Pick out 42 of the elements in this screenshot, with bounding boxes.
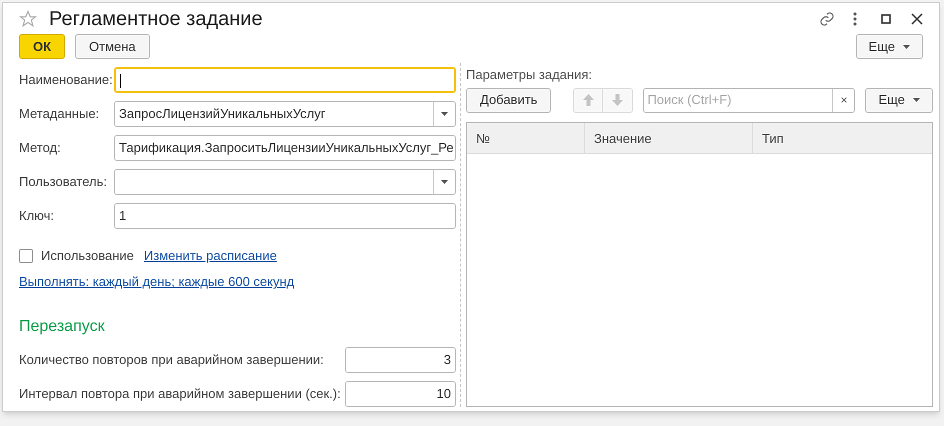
section-label: Параметры задания:: [466, 66, 594, 84]
maximize-icon[interactable]: [881, 14, 891, 24]
checkbox-label: Использование: [41, 247, 134, 266]
dropdown-field[interactable]: [114, 169, 456, 195]
field-label: Метод:: [19, 139, 62, 158]
field-label: Метаданные:: [19, 105, 100, 124]
field-label: Наименование:: [19, 71, 114, 90]
schedule-link[interactable]: Выполнять: каждый день; каждые 600 секунд: [19, 272, 294, 292]
caret-icon: [441, 180, 448, 184]
more-button[interactable]: Еще: [865, 88, 933, 112]
checkbox[interactable]: [19, 249, 33, 263]
star-icon[interactable]: [19, 10, 37, 28]
number-field[interactable]: 10: [345, 381, 456, 407]
ok-button[interactable]: ОК: [19, 34, 65, 59]
search-field[interactable]: Поиск (Ctrl+F) ×: [643, 88, 856, 112]
clear-button[interactable]: ×: [832, 88, 854, 112]
column-header[interactable]: №: [467, 123, 585, 153]
caret-icon: [912, 98, 920, 102]
arrow-down-icon: [612, 94, 624, 106]
input-field[interactable]: [114, 67, 456, 93]
caret-icon: [441, 112, 448, 116]
number-field[interactable]: 3: [345, 347, 456, 373]
window-title: Регламентное задание: [49, 6, 264, 32]
section-title: Перезапуск: [19, 317, 106, 337]
field-label: Ключ:: [19, 207, 56, 226]
cancel-button[interactable]: Отмена: [75, 34, 150, 59]
input-field[interactable]: Тарификация.ЗапроситьЛицензииУникальныхУслуг_Ре: [114, 135, 456, 161]
field-label: Интервал повтора при аварийном завершении (сек.):: [19, 385, 342, 404]
link-icon[interactable]: [819, 10, 835, 26]
close-icon[interactable]: [911, 12, 923, 24]
column-header[interactable]: Значение: [585, 123, 753, 153]
add-button[interactable]: Добавить: [466, 88, 552, 112]
field-label: Количество повторов при аварийном завершении:: [19, 351, 325, 370]
caret-icon: [903, 44, 910, 48]
arrow-up-icon: [582, 94, 594, 106]
input-field[interactable]: 1: [114, 203, 456, 229]
column-header[interactable]: Тип: [753, 123, 932, 153]
more-icon[interactable]: [853, 12, 857, 26]
more-button[interactable]: Еще: [856, 34, 923, 59]
dropdown-field[interactable]: ЗапросЛицензийУникальныхУслуг: [114, 101, 456, 127]
change-schedule-link[interactable]: Изменить расписание: [144, 246, 277, 266]
field-label: Пользователь:: [19, 173, 108, 192]
